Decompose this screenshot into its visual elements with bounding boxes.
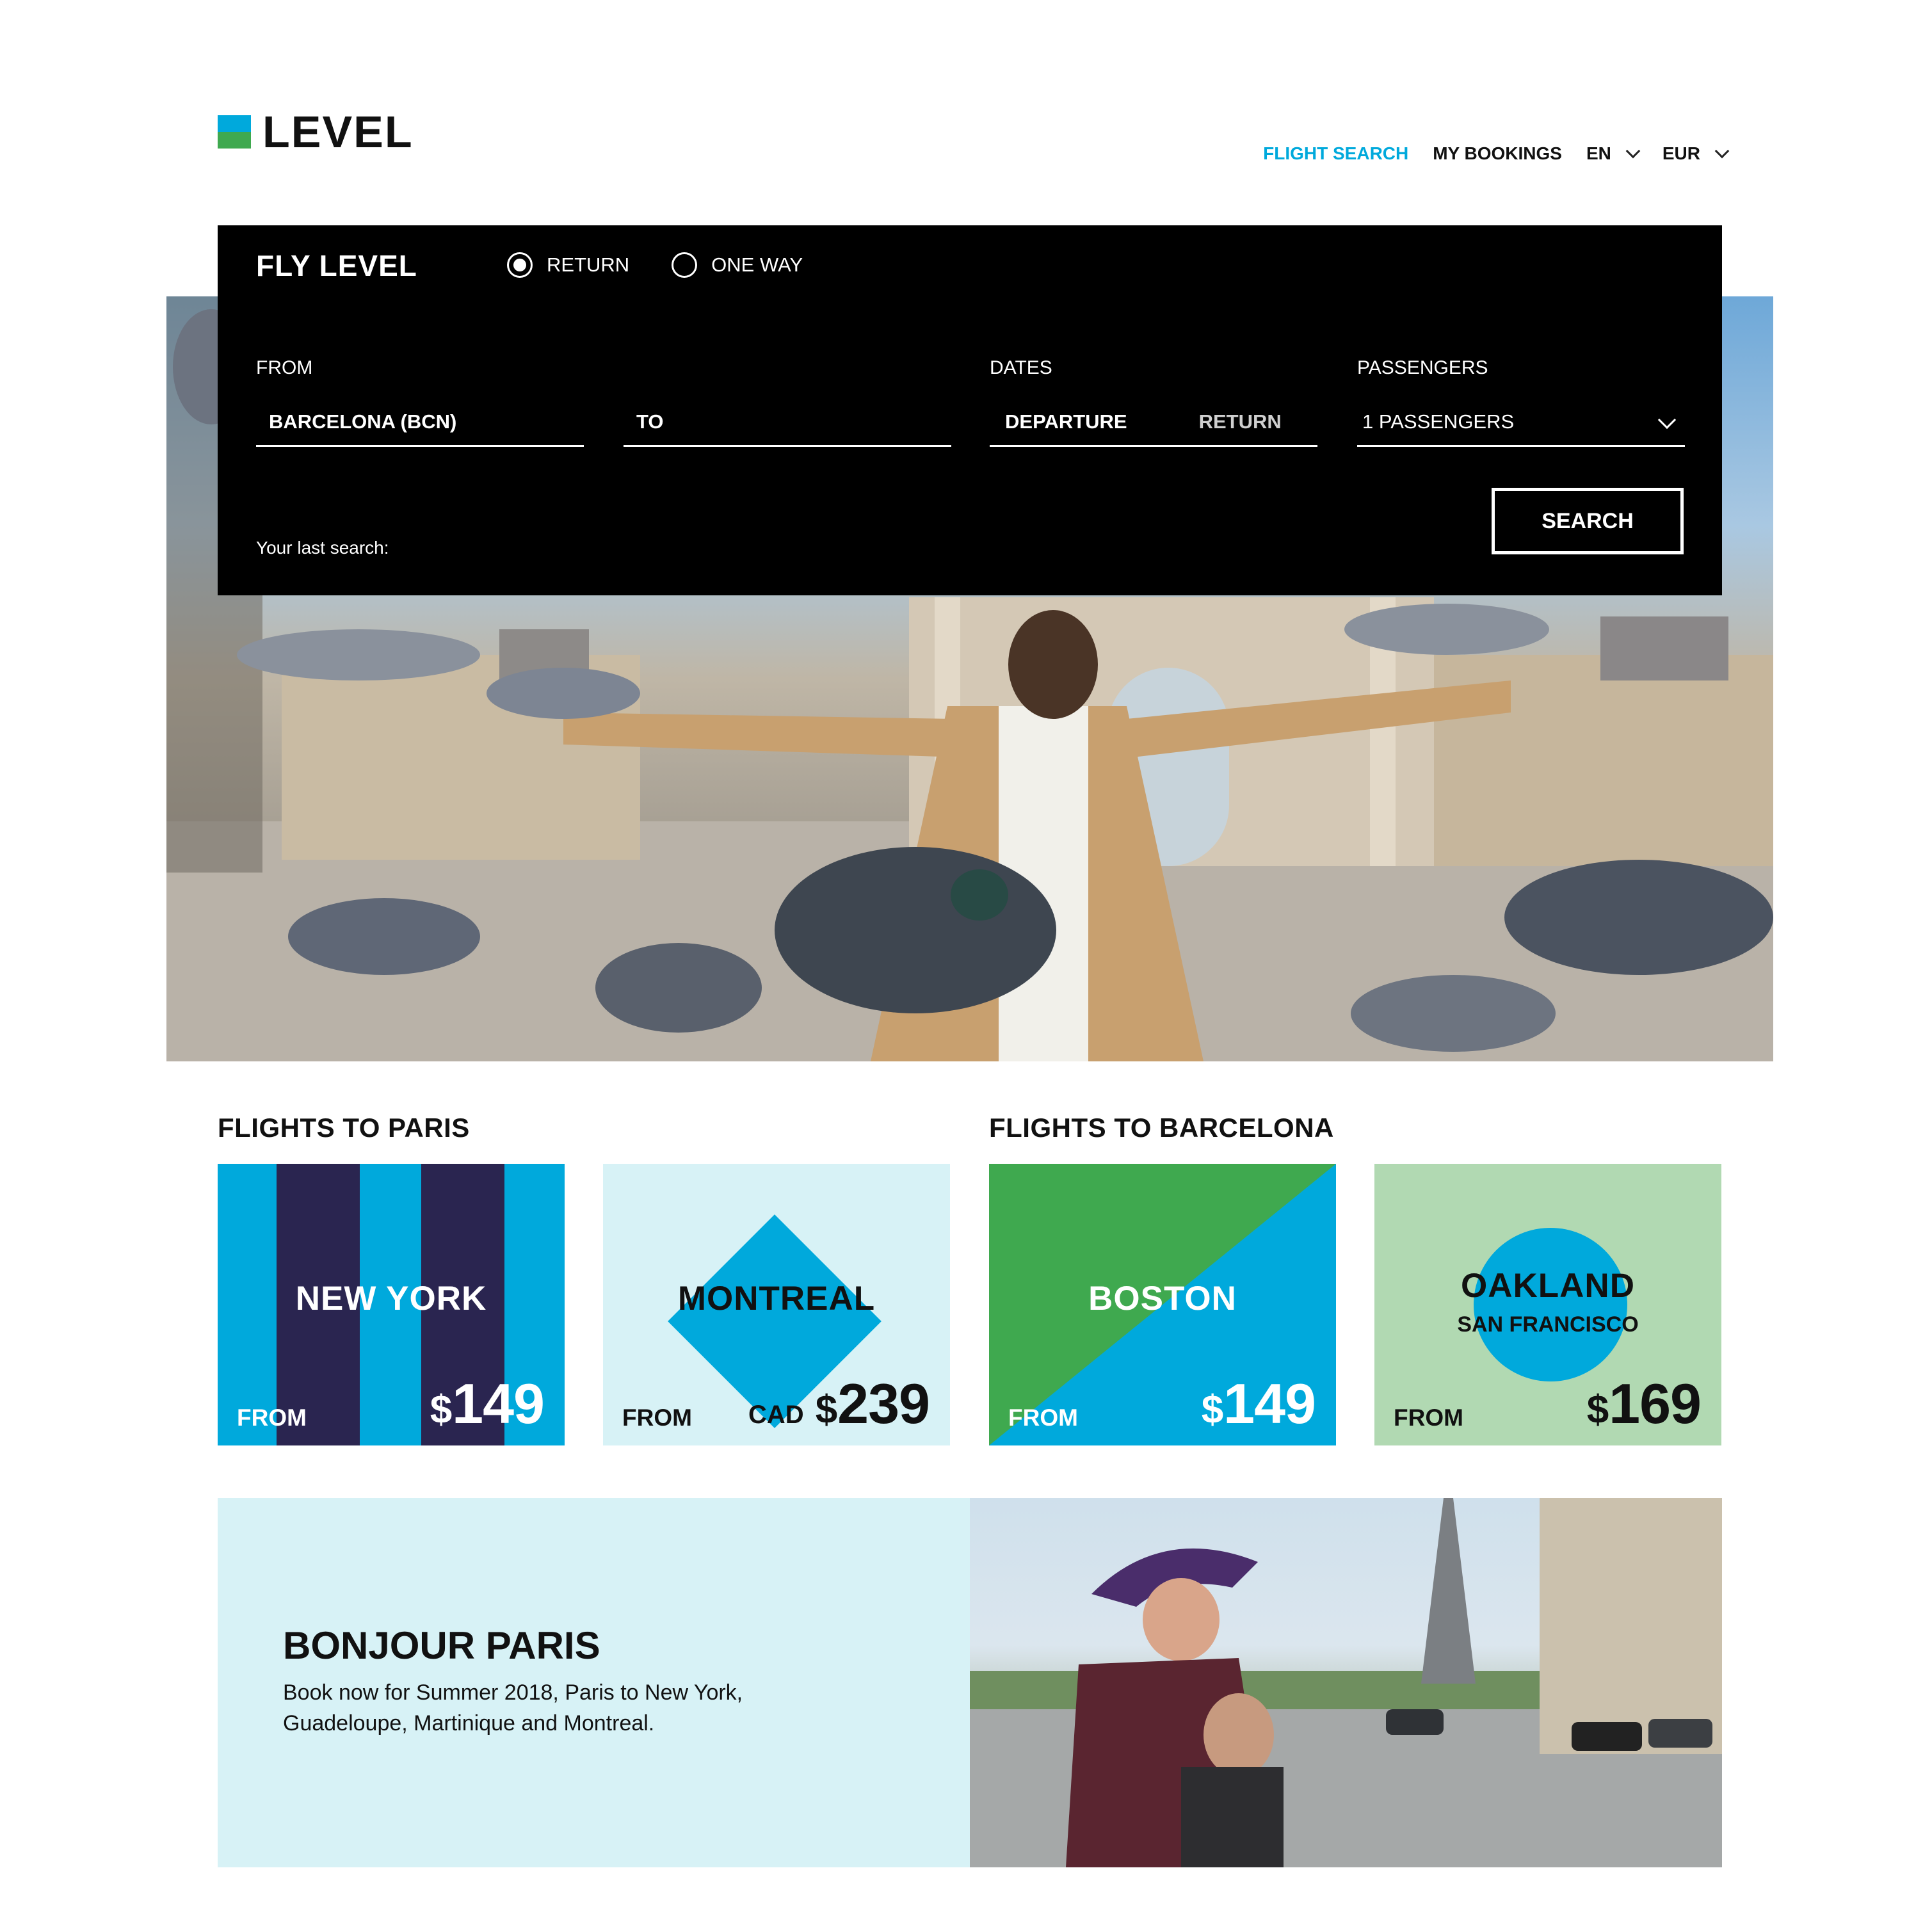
flight-card-montreal[interactable]: MONTREAL FROM CAD $ 239 <box>603 1164 950 1445</box>
passengers-label: PASSENGERS <box>1357 357 1488 378</box>
language-value: EN <box>1586 143 1611 163</box>
chevron-down-icon <box>1625 143 1641 159</box>
card-from-label: FROM <box>622 1405 692 1431</box>
price-amount: 149 <box>1223 1372 1316 1435</box>
to-field[interactable]: TO <box>624 398 951 447</box>
card-from-label: FROM <box>1008 1405 1078 1431</box>
card-city: MONTREAL <box>677 1280 876 1317</box>
flight-card-boston[interactable]: BOSTON FROM $ 149 <box>989 1164 1336 1445</box>
language-select[interactable]: EN <box>1586 143 1641 164</box>
card-price: $ 169 <box>1586 1371 1702 1437</box>
from-field[interactable]: BARCELONA (BCN) <box>256 398 584 447</box>
to-placeholder: TO <box>636 410 664 433</box>
trip-type-one-way-label: ONE WAY <box>711 254 803 276</box>
promo-photo <box>970 1498 1722 1867</box>
radio-unchecked-icon <box>672 252 698 278</box>
from-value: BARCELONA (BCN) <box>269 410 457 433</box>
trip-type-one-way-radio[interactable]: ONE WAY <box>672 252 803 278</box>
last-search-label: Your last search: <box>256 538 389 558</box>
price-amount: 239 <box>837 1372 930 1435</box>
card-city: NEW YORK <box>295 1280 487 1317</box>
trip-type-group: RETURN ONE WAY <box>507 252 803 278</box>
promo-title: BONJOUR PARIS <box>283 1624 600 1667</box>
card-price: CAD $ 239 <box>748 1371 930 1437</box>
nav-flight-search[interactable]: FLIGHT SEARCH <box>1263 143 1408 164</box>
logo[interactable]: LEVEL <box>218 107 414 157</box>
currency-value: EUR <box>1662 143 1700 163</box>
search-title: FLY LEVEL <box>256 249 417 282</box>
price-amount: 169 <box>1609 1372 1702 1435</box>
search-panel: FLY LEVEL RETURN ONE WAY FROM BARCELONA … <box>218 225 1722 595</box>
logo-mark-icon <box>218 115 251 149</box>
section-title-barcelona: FLIGHTS TO BARCELONA <box>989 1113 1334 1143</box>
price-amount: 149 <box>452 1372 545 1435</box>
price-symbol: $ <box>1201 1388 1224 1432</box>
departure-date[interactable]: DEPARTURE <box>1005 410 1127 433</box>
from-label: FROM <box>256 357 313 378</box>
flight-card-oakland[interactable]: OAKLAND SAN FRANCISCO FROM $ 169 <box>1374 1164 1721 1445</box>
card-subtitle: SAN FRANCISCO <box>1457 1312 1639 1337</box>
nav-my-bookings[interactable]: MY BOOKINGS <box>1433 143 1562 164</box>
promo-banner[interactable]: BONJOUR PARIS Book now for Summer 2018, … <box>218 1498 970 1867</box>
dates-field[interactable]: DEPARTURE RETURN <box>990 398 1317 447</box>
currency-select[interactable]: EUR <box>1662 143 1730 164</box>
card-from-label: FROM <box>1394 1405 1463 1431</box>
flight-card-new-york[interactable]: NEW YORK FROM $ 149 <box>218 1164 565 1445</box>
search-button[interactable]: SEARCH <box>1492 488 1684 554</box>
price-currency: CAD <box>748 1401 804 1429</box>
card-price: $ 149 <box>430 1371 545 1437</box>
promo-text: Book now for Summer 2018, Paris to New Y… <box>283 1680 743 1735</box>
trip-type-return-radio[interactable]: RETURN <box>507 252 629 278</box>
section-title-paris: FLIGHTS TO PARIS <box>218 1113 470 1143</box>
card-city: OAKLAND <box>1461 1267 1635 1305</box>
trip-type-return-label: RETURN <box>547 254 630 276</box>
passengers-value: 1 PASSENGERS <box>1362 410 1515 433</box>
card-price: $ 149 <box>1202 1371 1316 1437</box>
dates-label: DATES <box>990 357 1052 378</box>
radio-checked-icon <box>507 252 533 278</box>
price-symbol: $ <box>1586 1388 1609 1432</box>
logo-text: LEVEL <box>262 107 414 157</box>
chevron-down-icon <box>1657 410 1677 430</box>
price-symbol: $ <box>430 1388 453 1432</box>
return-date[interactable]: RETURN <box>1199 410 1282 433</box>
price-symbol: $ <box>815 1388 838 1432</box>
passengers-select[interactable]: 1 PASSENGERS <box>1357 398 1685 447</box>
card-city: BOSTON <box>1088 1280 1237 1317</box>
top-nav: FLIGHT SEARCH MY BOOKINGS EN EUR <box>1263 143 1730 164</box>
card-from-label: FROM <box>237 1405 307 1431</box>
chevron-down-icon <box>1714 143 1730 159</box>
